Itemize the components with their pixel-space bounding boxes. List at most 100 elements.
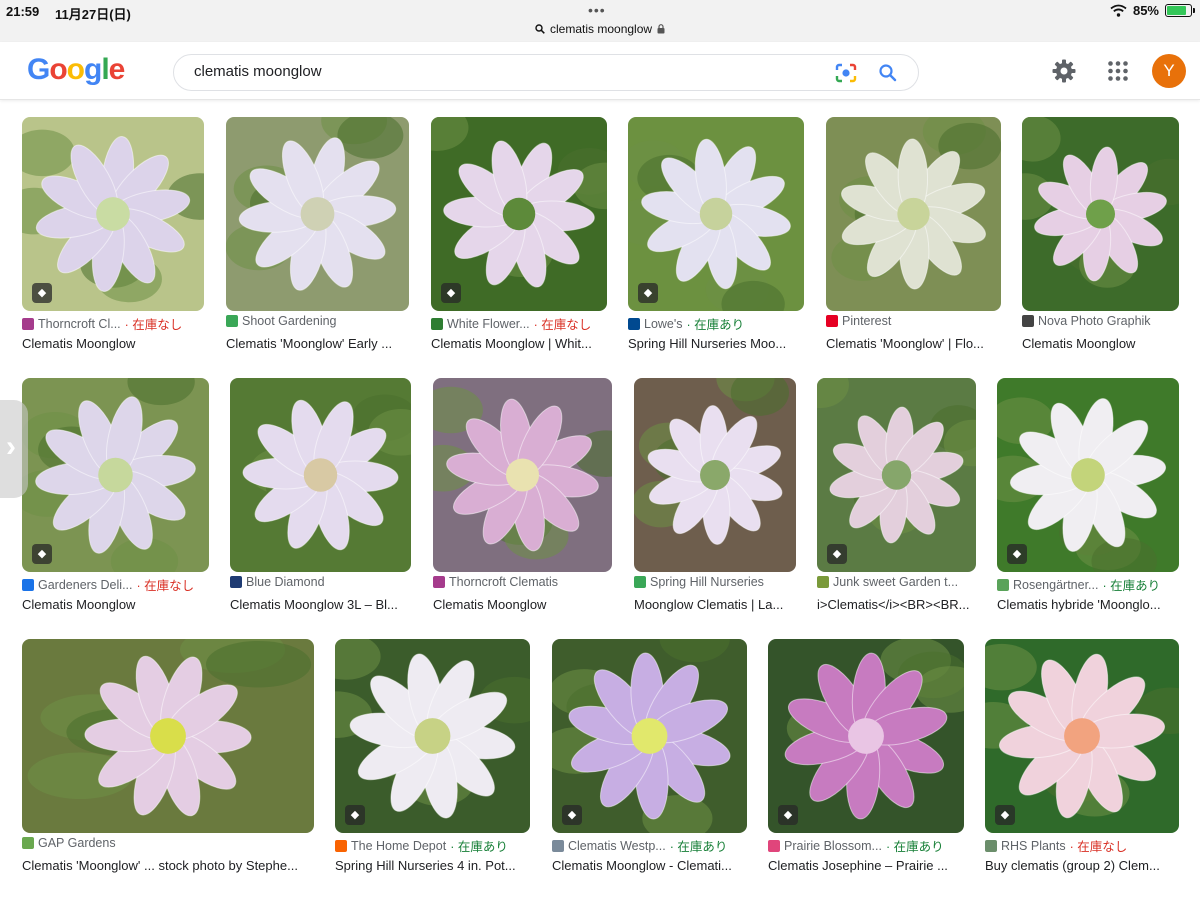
result-source[interactable]: Junk sweet Garden t... [817, 575, 976, 589]
image-result[interactable]: Nova Photo Graphik Clematis Moonglow [1022, 117, 1179, 356]
result-thumbnail[interactable]: ◆ [628, 117, 804, 311]
stock-status: · 在庫なし [533, 318, 592, 332]
sidebar-handle[interactable]: › [0, 400, 28, 498]
account-avatar[interactable]: Y [1152, 54, 1186, 88]
image-result[interactable]: Pinterest Clematis 'Moonglow' | Flo... [826, 117, 1001, 356]
image-result[interactable]: ◆ Clematis Westp... · 在庫あり Clematis Moonglo… [552, 639, 747, 878]
result-title[interactable]: Clematis 'Moonglow' Early ... [226, 336, 409, 351]
result-thumbnail[interactable] [22, 639, 314, 833]
site-favicon-icon [985, 839, 997, 852]
source-name: Lowe's [644, 316, 683, 331]
result-thumbnail[interactable] [230, 378, 411, 572]
result-source[interactable]: Thorncroft Cl... · 在庫なし [22, 314, 204, 333]
result-source[interactable]: Spring Hill Nurseries [634, 575, 796, 589]
image-result[interactable]: Blue Diamond Clematis Moonglow 3L – Bl... [230, 378, 411, 617]
settings-gear-icon[interactable] [1051, 58, 1077, 84]
source-name: GAP Gardens [38, 836, 116, 850]
result-source[interactable]: GAP Gardens [22, 836, 314, 850]
image-result[interactable]: GAP Gardens Clematis 'Moonglow' ... stock… [22, 639, 314, 878]
site-favicon-icon [22, 317, 34, 330]
price-tag-icon: ◆ [441, 283, 461, 303]
result-source[interactable]: Shoot Gardening [226, 314, 409, 328]
price-tag-icon: ◆ [827, 544, 847, 564]
result-source[interactable]: Rosengärtner... · 在庫あり [997, 575, 1179, 594]
result-source[interactable]: White Flower... · 在庫なし [431, 314, 607, 333]
multitask-dots[interactable]: ••• [588, 2, 606, 18]
result-title[interactable]: Spring Hill Nurseries Moo... [628, 336, 804, 351]
result-thumbnail[interactable]: ◆ [431, 117, 607, 311]
result-title[interactable]: Clematis Moonglow 3L – Bl... [230, 597, 411, 612]
status-time: 21:59 [6, 4, 40, 19]
result-thumbnail[interactable] [634, 378, 796, 572]
result-title[interactable]: Clematis Josephine – Prairie ... [768, 858, 964, 873]
site-favicon-icon [22, 578, 34, 591]
result-title[interactable]: Clematis Moonglow [1022, 336, 1179, 351]
image-result[interactable]: ◆ Junk sweet Garden t... i>Clematis</i><BR… [817, 378, 976, 617]
image-result[interactable]: Thorncroft Clematis Clematis Moonglow [433, 378, 612, 617]
result-title[interactable]: Clematis Moonglow [433, 597, 612, 612]
image-result[interactable]: ◆ The Home Depot · 在庫あり Spring Hill Nurseri… [335, 639, 530, 878]
result-title[interactable]: Clematis Moonglow - Clemati... [552, 858, 747, 873]
image-result[interactable]: ◆ Prairie Blossom... · 在庫あり Clematis Joseph… [768, 639, 964, 878]
search-submit-icon[interactable] [878, 63, 898, 83]
result-source[interactable]: Lowe's · 在庫あり [628, 314, 804, 333]
source-name: Nova Photo Graphik [1038, 314, 1151, 328]
source-name: White Flower... [447, 316, 530, 331]
result-title[interactable]: Clematis Moonglow [22, 336, 204, 351]
image-result[interactable]: ◆ RHS Plants · 在庫なし Buy clematis (group 2) … [985, 639, 1179, 878]
result-source[interactable]: Gardeners Deli... · 在庫なし [22, 575, 209, 594]
result-title[interactable]: Spring Hill Nurseries 4 in. Pot... [335, 858, 530, 873]
site-favicon-icon [335, 839, 347, 852]
logo-letter: l [101, 53, 109, 86]
google-logo[interactable]: Google [27, 53, 125, 87]
result-title[interactable]: Buy clematis (group 2) Clem... [985, 858, 1179, 873]
result-thumbnail[interactable]: ◆ [22, 378, 209, 572]
result-thumbnail[interactable] [433, 378, 612, 572]
result-thumbnail[interactable]: ◆ [552, 639, 747, 833]
image-result[interactable]: ◆ Lowe's · 在庫あり Spring Hill Nurseries Moo..… [628, 117, 804, 356]
result-title[interactable]: Clematis Moonglow [22, 597, 209, 612]
image-result[interactable]: Shoot Gardening Clematis 'Moonglow' Early… [226, 117, 409, 356]
result-thumbnail[interactable] [1022, 117, 1179, 311]
result-thumbnail[interactable]: ◆ [22, 117, 204, 311]
result-title[interactable]: Clematis Moonglow | Whit... [431, 336, 607, 351]
address-bar[interactable]: clematis moonglow [535, 22, 665, 36]
search-box[interactable] [173, 54, 919, 91]
result-title[interactable]: Moonglow Clematis | La... [634, 597, 796, 612]
site-favicon-icon [552, 839, 564, 852]
apps-grid-icon[interactable] [1107, 60, 1129, 82]
result-source[interactable]: Thorncroft Clematis [433, 575, 612, 589]
camera-search-icon[interactable] [834, 62, 858, 84]
result-source[interactable]: RHS Plants · 在庫なし [985, 836, 1179, 855]
result-title[interactable]: Clematis 'Moonglow' ... stock photo by S… [22, 858, 314, 873]
image-result[interactable]: Spring Hill Nurseries Moonglow Clematis |… [634, 378, 796, 617]
result-thumbnail[interactable]: ◆ [817, 378, 976, 572]
result-source[interactable]: Prairie Blossom... · 在庫あり [768, 836, 964, 855]
search-input[interactable] [194, 63, 794, 80]
result-source[interactable]: The Home Depot · 在庫あり [335, 836, 530, 855]
image-result[interactable]: ◆ Thorncroft Cl... · 在庫なし Clematis Moonglow [22, 117, 204, 356]
result-source[interactable]: Blue Diamond [230, 575, 411, 589]
site-favicon-icon [230, 576, 242, 588]
result-title[interactable]: Clematis 'Moonglow' | Flo... [826, 336, 1001, 351]
result-title[interactable]: Clematis hybride 'Moonglo... [997, 597, 1179, 612]
source-name: Pinterest [842, 314, 892, 328]
result-thumbnail[interactable]: ◆ [985, 639, 1179, 833]
site-favicon-icon [826, 315, 838, 327]
result-thumbnail[interactable] [226, 117, 409, 311]
result-thumbnail[interactable] [826, 117, 1001, 311]
price-tag-icon: ◆ [1007, 544, 1027, 564]
image-result[interactable]: ◆ Gardeners Deli... · 在庫なし Clematis Moonglo… [22, 378, 209, 617]
image-result[interactable]: ◆ Rosengärtner... · 在庫あり Clematis hybride '… [997, 378, 1179, 617]
result-source[interactable]: Pinterest [826, 314, 1001, 328]
image-result[interactable]: ◆ White Flower... · 在庫なし Clematis Moonglow … [431, 117, 607, 356]
site-favicon-icon [817, 576, 829, 588]
result-thumbnail[interactable]: ◆ [997, 378, 1179, 572]
stock-status: · 在庫なし [136, 579, 195, 593]
result-title[interactable]: i>Clematis</i><BR><BR... [817, 597, 976, 612]
result-source[interactable]: Nova Photo Graphik [1022, 314, 1179, 328]
result-source[interactable]: Clematis Westp... · 在庫あり [552, 836, 747, 855]
result-thumbnail[interactable]: ◆ [768, 639, 964, 833]
source-name: RHS Plants [1001, 838, 1066, 853]
result-thumbnail[interactable]: ◆ [335, 639, 530, 833]
